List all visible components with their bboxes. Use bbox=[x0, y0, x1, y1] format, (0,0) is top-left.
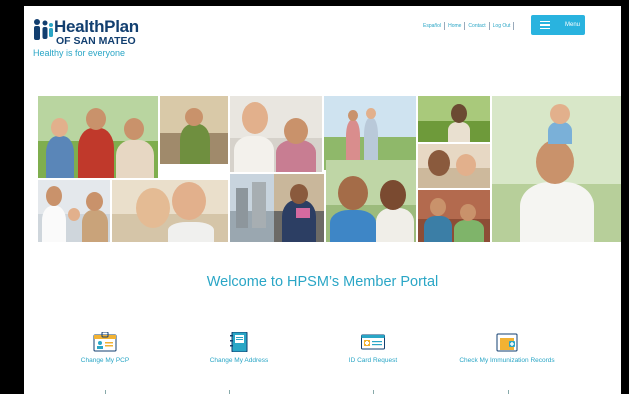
menu-button[interactable]: Menu bbox=[531, 15, 585, 35]
photo-kids-playing bbox=[160, 96, 228, 164]
portal-page: HealthPlan OF SAN MATEO Healthy is for e… bbox=[24, 6, 621, 394]
photo-family-home bbox=[418, 190, 490, 242]
window-frame-right bbox=[621, 0, 629, 394]
photo-man-reading bbox=[274, 174, 324, 242]
action-change-pcp[interactable]: Change My PCP bbox=[50, 332, 160, 365]
action-id-card-request[interactable]: ID Card Request bbox=[318, 332, 428, 365]
link-separator bbox=[513, 22, 515, 30]
hpsm-logo[interactable]: HealthPlan OF SAN MATEO Healthy is for e… bbox=[32, 16, 172, 58]
logo-tagline: Healthy is for everyone bbox=[33, 48, 126, 58]
member-photo-collage bbox=[38, 96, 621, 242]
menu-button-label: Menu bbox=[565, 22, 581, 28]
photo-mother-child bbox=[492, 96, 621, 242]
photo-mother-son bbox=[112, 180, 228, 242]
divider-stub bbox=[105, 390, 106, 394]
photo-family-park bbox=[38, 96, 158, 178]
link-home[interactable]: Home bbox=[445, 23, 464, 29]
divider-stub bbox=[508, 390, 509, 394]
link-espanol[interactable]: Español bbox=[420, 23, 444, 29]
medical-folder-icon bbox=[496, 333, 518, 352]
people-logo-icon bbox=[34, 19, 53, 40]
action-label: ID Card Request bbox=[348, 357, 398, 364]
action-label: Check My Immunization Records bbox=[459, 357, 555, 364]
action-change-address[interactable]: Change My Address bbox=[184, 332, 294, 365]
photo-city-street bbox=[230, 174, 274, 242]
window-frame-left bbox=[0, 0, 24, 394]
logo-name-line2: OF SAN MATEO bbox=[56, 35, 136, 47]
action-label: Change My Address bbox=[209, 357, 269, 364]
photo-older-couple bbox=[230, 96, 322, 172]
divider-stub bbox=[229, 390, 230, 394]
link-log-out[interactable]: Log Out bbox=[490, 23, 514, 29]
photo-girl-garden bbox=[418, 96, 490, 142]
logo-name-line1: HealthPlan bbox=[54, 17, 139, 36]
photo-doctor-family bbox=[38, 180, 110, 242]
photo-couple-walking bbox=[324, 96, 416, 170]
address-book-icon bbox=[230, 332, 248, 352]
action-label: Change My PCP bbox=[80, 357, 130, 364]
divider-stub bbox=[373, 390, 374, 394]
action-check-immunization[interactable]: Check My Immunization Records bbox=[452, 332, 562, 365]
id-card-icon bbox=[361, 334, 385, 350]
hamburger-icon bbox=[540, 19, 550, 32]
link-contact[interactable]: Contact bbox=[465, 23, 488, 29]
photo-women-hugging bbox=[326, 160, 416, 242]
top-links: Español Home Contact Log Out bbox=[420, 21, 515, 31]
welcome-heading: Welcome to HPSM’s Member Portal bbox=[206, 274, 439, 290]
id-badge-icon bbox=[93, 332, 117, 352]
photo-mother-baby bbox=[418, 144, 490, 188]
